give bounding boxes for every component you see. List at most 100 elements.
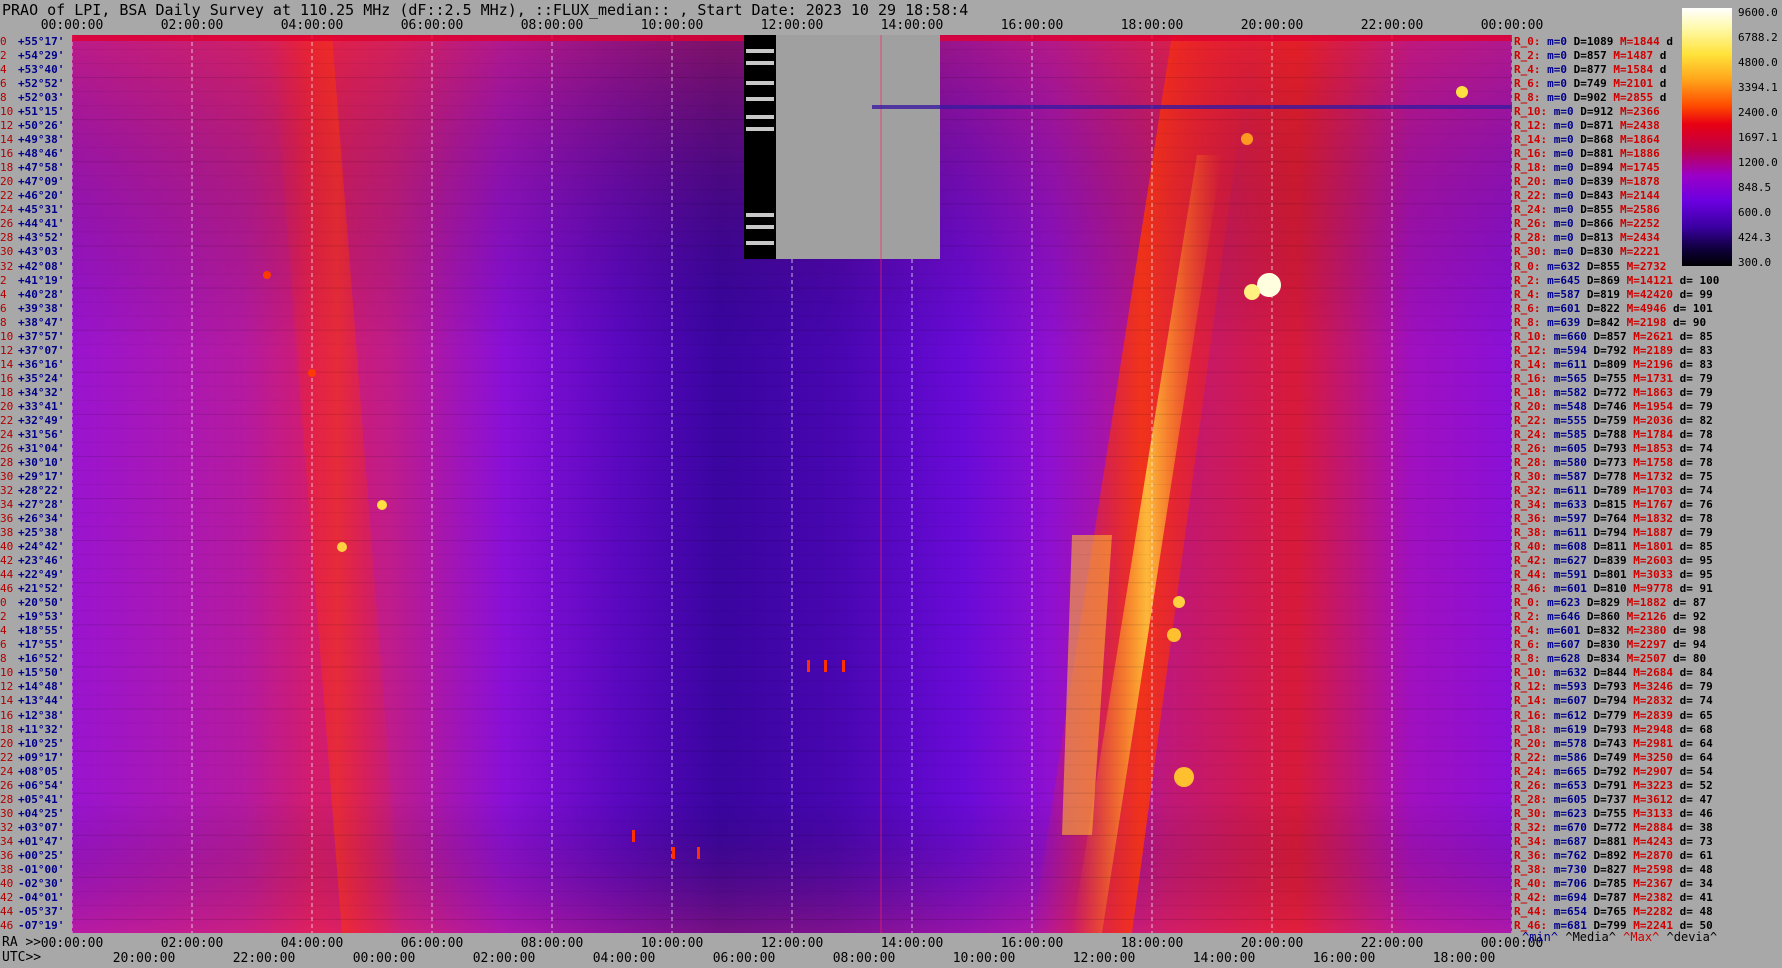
dec-label: 24 +45°31' — [0, 203, 72, 217]
axis-tick-label: 10:00:00 — [952, 951, 1016, 966]
dec-row-index: 0 — [0, 35, 7, 48]
stat-row: R_24: m=665 D=792 M=2907 d= 54 — [1514, 765, 1713, 779]
dec-row-index: 28 — [0, 231, 14, 245]
stat-m: m=0 — [1547, 203, 1574, 217]
stat-m: m=548 — [1547, 399, 1587, 413]
stat-m: M=1853 — [1626, 441, 1673, 455]
dec-row-index: 12 — [0, 343, 14, 357]
stat-m: m=632 — [1540, 259, 1581, 273]
stat-m: m=585 — [1547, 427, 1587, 441]
stat-d: D=881 — [1573, 147, 1614, 161]
stat-row: R_16: m=612 D=779 M=2839 d= 65 — [1514, 709, 1713, 723]
stat-row: R_8: m=639 D=842 M=2198 d= 90 — [1514, 316, 1706, 330]
stat-d: d= 41 — [1672, 890, 1713, 904]
stat-m: m=654 — [1547, 904, 1587, 918]
dec-label: 18 +11°32' — [0, 723, 72, 737]
black-strip-tick — [746, 115, 774, 119]
dec-row-index: 4 — [0, 624, 7, 638]
stat-m: M=1878 — [1613, 175, 1660, 189]
dec-label: 32 +42°08' — [0, 260, 72, 274]
stat-m: M=2732 — [1620, 259, 1667, 273]
stat-d: D=811 — [1586, 540, 1627, 554]
stat-d: d= 74 — [1672, 694, 1713, 708]
dec-value: +00°25' — [18, 848, 65, 862]
stat-m: M=2684 — [1626, 666, 1673, 680]
stat-d: D=779 — [1586, 708, 1627, 722]
point-source — [1241, 133, 1253, 145]
dec-row-index: 36 — [0, 512, 14, 526]
stat-m: m=0 — [1547, 231, 1574, 245]
stat-d: D=785 — [1586, 876, 1627, 890]
point-source — [1167, 628, 1181, 642]
stat-d: D=788 — [1586, 427, 1627, 441]
stat-m: m=591 — [1547, 568, 1587, 582]
stat-row: R_24: m=0 D=855 M=2586 — [1514, 203, 1660, 217]
axis-tick-label: 22:00:00 — [1360, 18, 1424, 33]
stat-m: M=3033 — [1626, 568, 1673, 582]
stat-d: d= 78 — [1672, 427, 1713, 441]
stat-row: R_34: m=633 D=815 M=1767 d= 76 — [1514, 498, 1713, 512]
dec-row-index: 8 — [0, 315, 7, 329]
stat-d: D=871 — [1573, 119, 1614, 133]
point-source — [1257, 273, 1281, 297]
colorbar-tick-label: 3394.1 — [1738, 81, 1778, 94]
dec-row-index: 30 — [0, 469, 14, 483]
colorbar-tick-label: 424.3 — [1738, 231, 1772, 244]
stat-m: m=639 — [1540, 315, 1581, 329]
stat-m: m=605 — [1547, 441, 1587, 455]
stat-r: R_28: — [1514, 455, 1548, 469]
stat-m: M=1864 — [1613, 133, 1660, 147]
stat-d: d= 73 — [1672, 834, 1713, 848]
axis-tick-label: 20:00:00 — [1240, 18, 1304, 33]
stat-row: R_38: m=730 D=827 M=2598 d= 48 — [1514, 863, 1713, 877]
stat-d: D=801 — [1586, 568, 1627, 582]
axis-tick-label: 14:00:00 — [880, 18, 944, 33]
dec-label: 28 +43°52' — [0, 231, 72, 245]
colorbar: 9600.0 6788.2 4800.0 3394.1 2400.0 1697.1 1200… — [1682, 6, 1778, 269]
dec-value: +31°04' — [18, 441, 65, 455]
dec-value: +55°17' — [18, 35, 65, 48]
axis-tick-label: 22:00:00 — [232, 951, 296, 966]
stat-d: D=839 — [1573, 175, 1614, 189]
stat-r: R_20: — [1514, 399, 1548, 413]
stat-m: M=2380 — [1620, 624, 1667, 638]
black-strip-tick — [746, 97, 774, 101]
dec-row-index: 20 — [0, 399, 14, 413]
dec-value: -05°37' — [18, 904, 65, 918]
dec-row-index: 10 — [0, 105, 14, 119]
stat-r: R_0: — [1514, 259, 1541, 273]
dec-value: -07°19' — [18, 918, 65, 932]
dec-value: +31°56' — [18, 427, 65, 441]
stat-m: m=632 — [1547, 666, 1587, 680]
stat-r: R_0: — [1514, 596, 1541, 610]
dec-value: +38°47' — [18, 315, 65, 329]
dec-label: 24 +31°56' — [0, 428, 72, 442]
stat-m: M=2252 — [1613, 217, 1660, 231]
dec-value: +20°50' — [18, 596, 65, 610]
stat-m: M=2144 — [1613, 189, 1660, 203]
dec-value: +19°53' — [18, 610, 65, 624]
stat-d: D=792 — [1586, 764, 1627, 778]
heatmap-plot[interactable] — [72, 35, 1512, 933]
stat-m: m=0 — [1547, 161, 1574, 175]
stat-m: M=3250 — [1626, 750, 1673, 764]
stat-d: d= 85 — [1672, 329, 1713, 343]
colorbar-tick-label: 1200.0 — [1738, 156, 1778, 169]
dec-label: 18 +34°32' — [0, 386, 72, 400]
stat-d: D=822 — [1580, 301, 1620, 315]
dec-row-index: 22 — [0, 413, 14, 427]
dec-label: 8 +16°52' — [0, 652, 72, 666]
dec-value: +08°05' — [18, 764, 65, 778]
stat-m: m=0 — [1547, 217, 1574, 231]
stat-m: m=601 — [1540, 624, 1581, 638]
dec-row-index: 26 — [0, 217, 14, 231]
dec-row-index: 14 — [0, 694, 14, 708]
stat-r: R_14: — [1514, 357, 1548, 371]
axis-tick-label: 22:00:00 — [1360, 936, 1424, 951]
stat-r: R_2: — [1514, 49, 1541, 63]
dec-label: 22 +09°17' — [0, 751, 72, 765]
stat-row: R_40: m=608 D=811 M=1801 d= 85 — [1514, 540, 1713, 554]
dec-row-index: 6 — [0, 77, 7, 91]
stat-m: M=1882 — [1620, 596, 1667, 610]
stat-m: M=2382 — [1626, 890, 1673, 904]
